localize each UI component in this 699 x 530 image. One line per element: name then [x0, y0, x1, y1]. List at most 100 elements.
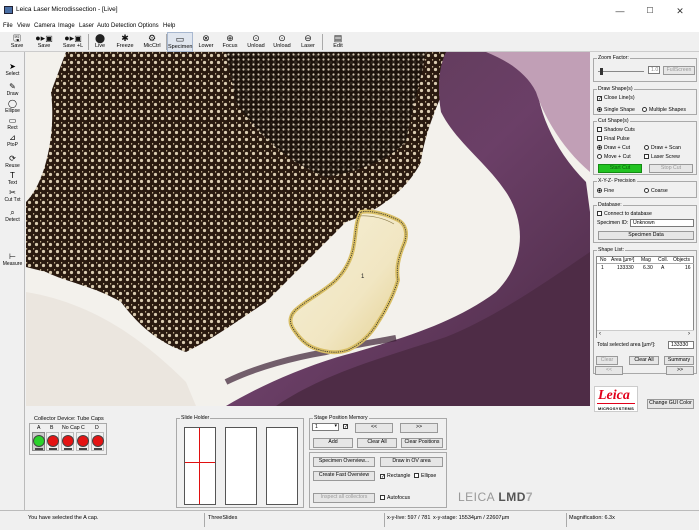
no-cap-slot[interactable]: [61, 432, 74, 451]
cap-a-slot[interactable]: [32, 432, 45, 451]
next-position-button[interactable]: >>: [400, 423, 438, 433]
zoom-slider[interactable]: [598, 71, 644, 72]
menu-options[interactable]: Options: [138, 23, 159, 29]
save-record-button[interactable]: ●▸▣ Save: [32, 32, 56, 52]
shape-list-table[interactable]: No Area [µm²] Mag Coll. Objects 1 133330…: [596, 256, 694, 338]
specimen-data-button[interactable]: Specimen Data: [598, 231, 694, 240]
measure-tool[interactable]: ⊢ Measure: [0, 252, 25, 267]
maximize-button[interactable]: ☐: [640, 4, 660, 18]
next-button[interactable]: >>: [666, 366, 694, 375]
summary-button[interactable]: Summary: [664, 356, 694, 365]
coarse-radio[interactable]: Coarse: [644, 188, 668, 194]
start-cut-button[interactable]: Start Cut: [598, 164, 642, 173]
cap-d-slot[interactable]: [91, 432, 104, 451]
focus-button[interactable]: ⊕ Focus: [219, 32, 241, 52]
stop-cut-button[interactable]: Stop Cut: [649, 164, 693, 173]
specimen-overview-button[interactable]: Specimen Overview...: [313, 457, 375, 467]
memory-checkbox[interactable]: ✓: [343, 423, 350, 430]
move-cut-radio[interactable]: Move + Cut: [597, 154, 631, 160]
horizontal-scrollbar[interactable]: ‹ ›: [597, 330, 694, 338]
previous-position-button[interactable]: <<: [355, 423, 393, 433]
menu-camera[interactable]: Camera: [34, 23, 55, 29]
ellipse-tool[interactable]: ◯ Ellipse: [0, 99, 25, 114]
cap-b-slot[interactable]: [46, 432, 59, 451]
freeze-button[interactable]: ✱ Freeze: [114, 32, 136, 52]
menu-view[interactable]: View: [17, 23, 30, 29]
change-gui-color-button[interactable]: Change GUI Color: [647, 399, 694, 409]
menu-help[interactable]: Help: [163, 23, 175, 29]
ptop-tool[interactable]: ⊿ PtoP: [0, 133, 25, 148]
zoom-slider-thumb[interactable]: [600, 68, 603, 75]
menu-image[interactable]: Image: [58, 23, 75, 29]
clear-positions-button[interactable]: Clear Positions: [401, 438, 443, 448]
final-pulse-checkbox[interactable]: Final Pulse: [597, 136, 630, 142]
inspect-collectors-button[interactable]: Inspect all collectors: [313, 493, 375, 503]
add-position-button[interactable]: Add: [313, 438, 353, 448]
lower-button[interactable]: ⊗ Lower: [195, 32, 217, 52]
column-header[interactable]: No: [600, 257, 606, 263]
micctrl-button[interactable]: ⚙ MicCtrl: [140, 32, 164, 52]
autofocus-checkbox[interactable]: Autofocus: [380, 495, 410, 501]
cap-c-slot[interactable]: [76, 432, 89, 451]
menu-file[interactable]: File: [3, 23, 13, 29]
clear-button[interactable]: Clear: [596, 356, 618, 365]
menu-auto-detection[interactable]: Auto Detection: [97, 23, 136, 29]
menu-laser[interactable]: Laser: [79, 23, 94, 29]
column-header[interactable]: Area [µm²]: [611, 257, 634, 263]
unload-button[interactable]: ⊙ Unload: [270, 32, 294, 52]
scroll-right-icon[interactable]: ›: [688, 331, 690, 337]
draw-scan-radio[interactable]: Draw + Scan: [644, 145, 681, 151]
save-plus-l-button[interactable]: ●▸▣ Save +L: [60, 32, 86, 52]
specimen-id-label: Specimen ID:: [597, 220, 629, 226]
toolbar-separator: [322, 34, 323, 50]
rect-tool[interactable]: ▭ Rect: [0, 116, 25, 131]
cut-text-tool[interactable]: ✂ Cut Txt: [0, 188, 25, 203]
shadow-cuts-checkbox[interactable]: Shadow Cuts: [597, 127, 635, 133]
lower-icon: ⊗: [202, 33, 210, 43]
create-fast-overview-button[interactable]: Create Fast Overview: [313, 471, 375, 481]
slide-3[interactable]: [266, 427, 298, 505]
minimize-button[interactable]: —: [610, 4, 630, 18]
specimen-button[interactable]: ▭ Specimen: [167, 32, 193, 52]
connect-database-checkbox[interactable]: Connect to database: [597, 211, 652, 217]
edit-button[interactable]: ▤ Edit: [327, 32, 349, 52]
fullscreen-button[interactable]: FullScreen: [663, 66, 695, 75]
text-tool[interactable]: T Text: [0, 171, 25, 186]
multiple-shapes-radio[interactable]: Multiple Shapes: [642, 107, 686, 113]
slide-2[interactable]: [225, 427, 257, 505]
previous-button[interactable]: <<: [595, 366, 623, 375]
status-xy-stage: x-y-stage: 15534µm / 22607µm: [433, 515, 510, 521]
position-select[interactable]: 1 ▾: [312, 423, 339, 431]
draw-in-ov-area-button[interactable]: Draw in OV area: [380, 457, 443, 467]
slide-1[interactable]: [184, 427, 216, 505]
specimen-id-field[interactable]: Unknown: [630, 219, 694, 227]
column-header[interactable]: Mag: [641, 257, 651, 263]
position-crosshair-horizontal: [185, 462, 215, 463]
live-image-view[interactable]: 1: [26, 52, 590, 406]
ellipse-checkbox[interactable]: Ellipse: [414, 473, 436, 479]
column-header[interactable]: Objects: [673, 257, 690, 263]
single-shape-radio[interactable]: Single Shape: [597, 107, 635, 113]
live-button[interactable]: ⬤ Live: [90, 32, 110, 52]
rectangle-checkbox[interactable]: ✓ Rectangle: [380, 473, 410, 480]
laser-screw-checkbox[interactable]: Laser Screw: [644, 154, 680, 160]
draw-cut-radio[interactable]: Draw + Cut: [597, 145, 630, 151]
select-tool[interactable]: ➤ Select: [0, 62, 25, 77]
detect-tool[interactable]: ⌕ Detect: [0, 208, 25, 223]
record-save-icon: ●▸▣: [35, 33, 53, 43]
laser-button[interactable]: ⊖ Laser: [297, 32, 319, 52]
close-button[interactable]: ✕: [670, 4, 690, 18]
reuse-tool[interactable]: ⟳ Reuse: [0, 154, 25, 169]
column-header[interactable]: Coll.: [658, 257, 668, 263]
scroll-left-icon[interactable]: ‹: [599, 331, 601, 337]
shape-list-group: Shape List: No Area [µm²] Mag Coll. Obje…: [593, 247, 697, 374]
fine-radio[interactable]: Fine: [597, 188, 614, 194]
clear-all-button[interactable]: Clear All: [629, 356, 659, 365]
table-row[interactable]: 1 133330 6.30 A 16: [597, 265, 694, 272]
save-button[interactable]: 🖫 Save: [6, 32, 28, 52]
draw-tool[interactable]: ✎ Draw: [0, 82, 25, 97]
clear-all-positions-button[interactable]: Clear All: [357, 438, 397, 448]
close-lines-checkbox[interactable]: ✓ Close Line(s): [597, 95, 635, 102]
zoom-value[interactable]: 1.0: [648, 66, 660, 74]
unload-button[interactable]: ⊙ Unload: [244, 32, 268, 52]
